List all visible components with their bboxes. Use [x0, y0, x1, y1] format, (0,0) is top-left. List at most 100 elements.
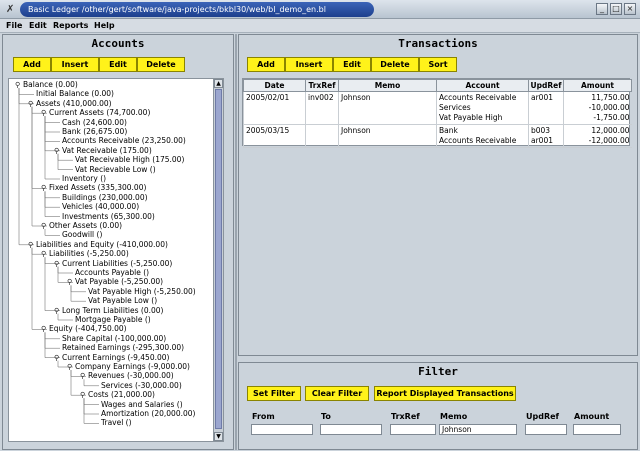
expand-toggle-icon[interactable]: ⚲ [28, 99, 33, 109]
minimize-button[interactable]: _ [596, 3, 608, 15]
expand-toggle-icon[interactable]: ⚲ [54, 353, 59, 363]
scroll-down-arrow-icon[interactable]: ▼ [214, 432, 223, 441]
tree-node-label: Long Term Liabilities (0.00) [62, 305, 164, 315]
maximize-button[interactable]: □ [610, 3, 622, 15]
expand-toggle-icon[interactable]: ⚲ [41, 183, 46, 193]
filter-memo-input[interactable]: Johnson [439, 424, 517, 435]
clear-filter-button[interactable]: Clear Filter [305, 386, 369, 401]
tree-node-label: Accounts Receivable (23,250.00) [62, 136, 186, 146]
cell-date: 2005/03/15 [243, 124, 306, 148]
table-row[interactable]: 2005/03/15 Johnson Bank Accounts Receiva… [243, 124, 632, 148]
title-bar: ✗ Basic Ledger /other/gert/software/java… [0, 0, 640, 19]
scroll-thumb[interactable] [215, 89, 222, 429]
column-header-updref[interactable]: UpdRef [528, 79, 564, 92]
filter-from-input[interactable] [251, 424, 313, 435]
accounts-tree[interactable]: ⚲ Balance (0.00) Initial Balance (0.00) ⚲ As… [8, 78, 224, 442]
expand-toggle-icon[interactable]: ⚲ [67, 277, 72, 287]
tree-node-label: Vat Receivable High (175.00) [75, 155, 185, 165]
column-header-memo[interactable]: Memo [338, 79, 437, 92]
filter-updref-input[interactable] [525, 424, 567, 435]
filter-updref-label: UpdRef [526, 412, 560, 421]
transactions-title: Transactions [398, 37, 478, 50]
transactions-edit-button[interactable]: Edit [333, 57, 371, 72]
accounts-delete-button[interactable]: Delete [137, 57, 185, 72]
expand-toggle-icon[interactable]: ⚲ [80, 371, 85, 381]
set-filter-button[interactable]: Set Filter [247, 386, 301, 401]
tree-node-label: Vehicles (40,000.00) [62, 202, 140, 212]
tree-node-label: Buildings (230,000.00) [62, 192, 148, 202]
menu-bar: File Edit Reports Help [0, 19, 640, 33]
cell-memo: Johnson [338, 91, 437, 125]
tree-node-label: Bank (26,675.00) [62, 127, 128, 136]
tree-node-label: Current Assets (74,700.00) [49, 108, 151, 118]
cell-accounts: Accounts Receivable Services Vat Payable… [436, 91, 529, 125]
tree-node-label: Company Earnings (-9,000.00) [75, 362, 190, 371]
expand-toggle-icon[interactable]: ⚲ [41, 249, 46, 259]
panel-splitter[interactable] [235, 34, 237, 450]
window-title: Basic Ledger /other/gert/software/java-p… [20, 2, 374, 17]
tree-node-label: Vat Payable (-5,250.00) [75, 277, 164, 287]
tree-node-label: Mortgage Payable () [75, 315, 151, 324]
cell-trxref: inv002 [305, 91, 339, 125]
close-button[interactable]: × [624, 3, 636, 15]
tree-node-label: Vat Recievable Low () [75, 164, 156, 174]
tree-node-label: Assets (410,000.00) [36, 98, 112, 108]
cell-date: 2005/02/01 [243, 91, 306, 125]
filter-to-input[interactable] [320, 424, 382, 435]
expand-toggle-icon[interactable]: ⚲ [54, 259, 59, 269]
transactions-table[interactable]: Date TrxRef Memo Account UpdRef Amount 2… [242, 78, 632, 148]
expand-toggle-icon[interactable]: ⚲ [15, 80, 20, 90]
transactions-insert-button[interactable]: Insert [285, 57, 333, 72]
expand-toggle-icon[interactable]: ⚲ [54, 146, 59, 156]
table-row[interactable]: 2005/02/01 inv002 Johnson Accounts Recei… [243, 91, 632, 125]
menu-file[interactable]: File [6, 21, 22, 30]
cell-amount-line: 11,750.00 [591, 93, 630, 102]
transactions-delete-button[interactable]: Delete [371, 57, 419, 72]
tree-node-label: Initial Balance (0.00) [36, 89, 114, 99]
filter-from-label: From [252, 412, 275, 421]
cell-accounts: Bank Accounts Receivable [436, 124, 529, 148]
tree-node-label: Liabilities and Equity (-410,000.00) [36, 239, 168, 249]
column-header-account[interactable]: Account [436, 79, 529, 92]
table-header-row: Date TrxRef Memo Account UpdRef Amount [243, 79, 632, 92]
tree-node-label: Accounts Payable () [75, 268, 150, 277]
tree-node-label: Costs (21,000.00) [88, 390, 155, 400]
expand-toggle-icon[interactable]: ⚲ [67, 362, 72, 372]
tree-node-label: Amortization (20,000.00) [101, 409, 196, 418]
accounts-add-button[interactable]: Add [13, 57, 51, 72]
menu-reports[interactable]: Reports [53, 21, 88, 30]
cell-account-line: Vat Payable High [439, 113, 503, 122]
tree-scrollbar[interactable]: ▲ ▼ [213, 79, 223, 441]
accounts-insert-button[interactable]: Insert [51, 57, 99, 72]
tree-node-label: Liabilities (-5,250.00) [49, 249, 129, 259]
expand-toggle-icon[interactable]: ⚲ [41, 221, 46, 231]
expand-toggle-icon[interactable]: ⚲ [41, 108, 46, 118]
tree-node-label: Vat Payable High (-5,250.00) [88, 286, 196, 296]
expand-toggle-icon[interactable]: ⚲ [41, 324, 46, 334]
expand-toggle-icon[interactable]: ⚲ [28, 240, 33, 250]
tree-node[interactable]: Travel () [101, 418, 132, 428]
tree-node-label: Investments (65,300.00) [62, 211, 155, 221]
transactions-add-button[interactable]: Add [247, 57, 285, 72]
menu-help[interactable]: Help [94, 21, 115, 30]
expand-toggle-icon[interactable]: ⚲ [80, 390, 85, 400]
filter-amount-input[interactable] [573, 424, 621, 435]
tree-node-label: Other Assets (0.00) [49, 221, 123, 230]
filter-trxref-input[interactable] [390, 424, 436, 435]
cell-amounts: 11,750.00 -10,000.00 -1,750.00 [563, 91, 632, 125]
report-displayed-transactions-button[interactable]: Report Displayed Transactions [374, 386, 516, 401]
accounts-edit-button[interactable]: Edit [99, 57, 137, 72]
cell-amount-line: -12,000.00 [588, 136, 630, 145]
cell-memo: Johnson [338, 124, 437, 148]
tree-node-label: Vat Payable Low () [88, 296, 158, 306]
tree-node-label: Retained Earnings (-295,300.00) [62, 343, 185, 353]
column-header-amount[interactable]: Amount [563, 79, 632, 92]
scroll-up-arrow-icon[interactable]: ▲ [214, 79, 223, 88]
menu-edit[interactable]: Edit [29, 21, 47, 30]
expand-toggle-icon[interactable]: ⚲ [54, 306, 59, 316]
column-header-date[interactable]: Date [243, 79, 306, 92]
tree-node-label: Revenues (-30,000.00) [88, 371, 174, 381]
column-header-trxref[interactable]: TrxRef [305, 79, 339, 92]
cell-updref-line: ar001 [531, 136, 553, 145]
transactions-sort-button[interactable]: Sort [419, 57, 457, 72]
